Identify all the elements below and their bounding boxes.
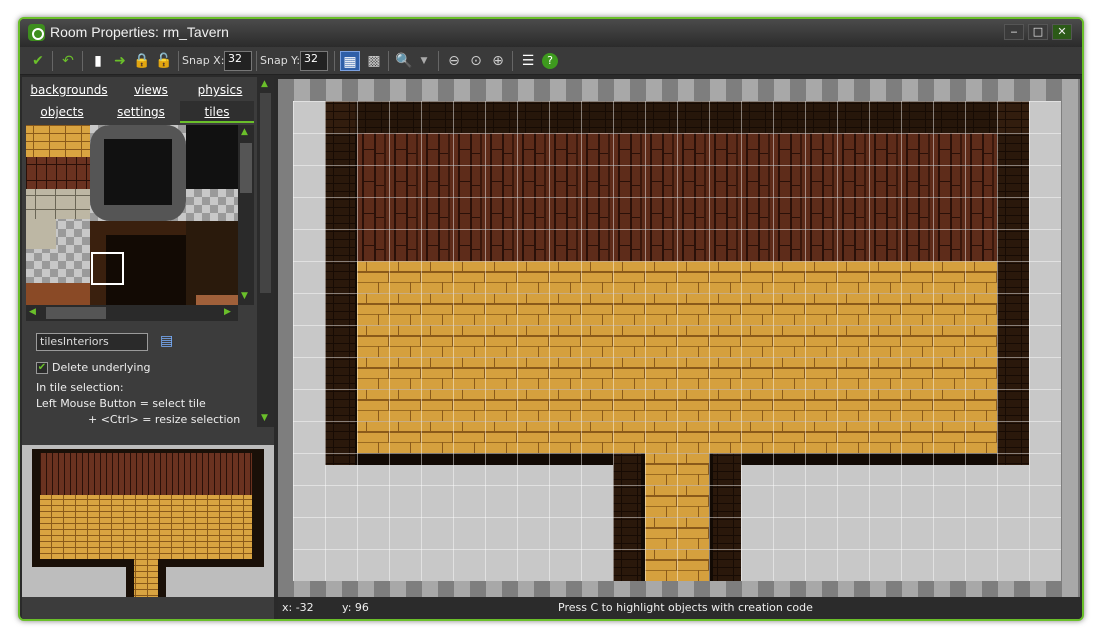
ok-checkmark-icon[interactable]: ✔ — [28, 51, 48, 71]
status-message: Press C to highlight objects with creati… — [558, 601, 813, 614]
toolbar-separator — [178, 51, 179, 71]
scroll-thumb[interactable] — [46, 307, 106, 319]
cursor-y-readout: y: 96 — [342, 601, 369, 614]
snap-y-label: Snap Y: — [260, 54, 301, 67]
tileset-vertical-scrollbar[interactable]: ▲ ▼ — [238, 125, 254, 305]
scroll-down-arrow-icon[interactable]: ▼ — [261, 413, 268, 423]
room-preview[interactable] — [22, 445, 274, 597]
chevron-down-icon[interactable]: ▼ — [414, 51, 434, 71]
info-line-3: + <Ctrl> = resize selection — [88, 413, 241, 424]
info-line-1: In tile selection: — [36, 381, 124, 394]
snap-x-input[interactable]: 32 — [224, 51, 252, 71]
room-editor-grid — [278, 79, 1080, 603]
show-grid-icon[interactable]: ▦ — [340, 51, 360, 71]
isometric-grid-icon[interactable]: ▩ — [364, 51, 384, 71]
window-title: Room Properties: rm_Tavern — [50, 24, 229, 40]
shift-room-icon[interactable]: ➜ — [110, 51, 130, 71]
toolbar: ✔ ↶ ▮ ➜ 🔒 🔓 Snap X: 32 Snap Y: 32 ▦ ▩ 🔍 … — [20, 47, 1082, 75]
tileset-image — [26, 125, 238, 305]
tab-physics[interactable]: physics — [186, 79, 254, 101]
cursor-x-readout: x: -32 — [282, 601, 314, 614]
snap-y-input[interactable]: 32 — [300, 51, 328, 71]
list-icon[interactable]: ☰ — [518, 51, 538, 71]
zoom-reset-icon[interactable]: ⊙ — [466, 51, 486, 71]
tileset-viewer[interactable] — [26, 125, 238, 305]
help-icon[interactable]: ? — [542, 53, 558, 69]
panel-scrollbar[interactable]: ▲ ▼ — [257, 77, 274, 427]
toolbar-separator — [82, 51, 83, 71]
room-preview-image — [32, 449, 264, 597]
scroll-up-arrow-icon[interactable]: ▲ — [241, 127, 248, 137]
undo-icon[interactable]: ↶ — [58, 51, 78, 71]
left-panel: backgrounds views physics objects settin… — [22, 77, 274, 619]
info-line-2: Left Mouse Button = select tile — [36, 397, 206, 410]
tabs-row-1: backgrounds views physics — [22, 79, 254, 101]
lock-icon[interactable]: 🔒 — [132, 51, 152, 71]
tab-backgrounds[interactable]: backgrounds — [22, 79, 116, 101]
toolbar-separator — [52, 51, 53, 71]
room-properties-window: Room Properties: rm_Tavern ‒ □ ✕ ✔ ↶ ▮ ➜… — [18, 17, 1084, 621]
tab-tiles[interactable]: tiles — [180, 101, 254, 123]
status-bar: x: -32 y: 96 Press C to highlight object… — [278, 597, 1082, 619]
unlock-icon[interactable]: 🔓 — [154, 51, 174, 71]
select-tileset-icon[interactable]: ▤ — [160, 333, 173, 349]
tab-objects[interactable]: objects — [22, 101, 102, 123]
close-button[interactable]: ✕ — [1052, 24, 1072, 40]
zoom-in-icon[interactable]: ⊕ — [488, 51, 508, 71]
toolbar-separator — [334, 51, 335, 71]
gamemaker-logo-icon — [28, 24, 45, 41]
zoom-dropdown-icon[interactable]: 🔍 — [394, 51, 414, 71]
tab-views[interactable]: views — [116, 79, 186, 101]
scroll-down-arrow-icon[interactable]: ▼ — [241, 291, 248, 301]
scroll-left-arrow-icon[interactable]: ◀ — [29, 307, 36, 317]
snap-x-label: Snap X: — [182, 54, 225, 67]
scroll-thumb[interactable] — [260, 93, 271, 293]
minimize-button[interactable]: ‒ — [1004, 24, 1024, 40]
toolbar-separator — [388, 51, 389, 71]
title-bar[interactable]: Room Properties: rm_Tavern ‒ □ ✕ — [20, 19, 1082, 47]
maximize-button[interactable]: □ — [1028, 24, 1048, 40]
scroll-up-arrow-icon[interactable]: ▲ — [261, 79, 268, 89]
tab-settings[interactable]: settings — [102, 101, 180, 123]
room-canvas[interactable] — [278, 79, 1080, 603]
tileset-name-field[interactable]: tilesInteriors — [36, 333, 148, 351]
tileset-horizontal-scrollbar[interactable]: ◀ ▶ — [26, 305, 238, 321]
new-room-icon[interactable]: ▮ — [88, 51, 108, 71]
delete-underlying-label: Delete underlying — [52, 361, 151, 374]
toolbar-separator — [438, 51, 439, 71]
toolbar-separator — [512, 51, 513, 71]
tabs-row-2: objects settings tiles — [22, 101, 254, 123]
scroll-right-arrow-icon[interactable]: ▶ — [224, 307, 231, 317]
delete-underlying-checkbox[interactable]: ✔ — [36, 362, 48, 374]
toolbar-separator — [256, 51, 257, 71]
scroll-thumb[interactable] — [240, 143, 252, 193]
zoom-out-icon[interactable]: ⊖ — [444, 51, 464, 71]
